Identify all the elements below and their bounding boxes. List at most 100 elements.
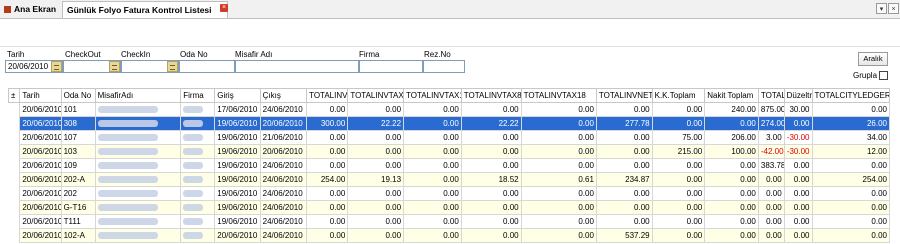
column-header[interactable]: Nakit Toplam (704, 88, 759, 103)
table-cell[interactable]: 0.00 (651, 116, 706, 131)
table-cell[interactable]: 0.00 (347, 130, 405, 145)
column-header[interactable]: Çıkış (259, 88, 308, 103)
table-cell[interactable]: 34.00 (811, 130, 890, 145)
table-cell[interactable]: 0.00 (347, 144, 405, 159)
table-cell[interactable]: 19/06/2010 (214, 186, 261, 201)
column-header[interactable]: TOTALINVTAX8 (460, 88, 522, 103)
table-cell[interactable]: 0.00 (403, 186, 462, 201)
table-cell[interactable] (180, 158, 216, 173)
table-row[interactable]: 20/06/2010 202 19/06/2010 24/06/2010 0.00 0.0… (8, 186, 890, 201)
table-cell[interactable]: 0.00 (520, 144, 597, 159)
table-cell[interactable]: G-T16 (60, 200, 96, 215)
table-cell[interactable]: 274.00 (757, 116, 785, 131)
table-cell[interactable]: 202-A (60, 172, 96, 187)
table-cell[interactable]: 300.00 (306, 116, 349, 131)
calendar-icon[interactable] (51, 61, 62, 72)
table-cell[interactable]: 0.00 (595, 158, 653, 173)
table-cell[interactable]: 0.00 (306, 158, 349, 173)
column-header[interactable]: K.K.Toplam (651, 88, 706, 103)
table-cell[interactable]: 0.00 (306, 214, 349, 229)
table-row[interactable]: 20/06/2010 107 19/06/2010 21/06/2010 0.00 0.0… (8, 130, 890, 145)
table-cell[interactable]: 875.00 (757, 102, 785, 117)
column-header[interactable]: Oda No (60, 88, 96, 103)
misafir-field[interactable] (235, 60, 359, 73)
rezno-field[interactable] (423, 60, 465, 73)
table-cell[interactable] (94, 102, 182, 117)
table-cell[interactable]: 0.00 (347, 214, 405, 229)
table-cell[interactable] (180, 214, 216, 229)
column-header[interactable]: Düzeltm (783, 88, 813, 103)
firma-field[interactable] (359, 60, 423, 73)
table-cell[interactable]: 0.00 (306, 144, 349, 159)
table-cell[interactable]: 0.00 (460, 200, 522, 215)
table-cell[interactable]: 0.00 (460, 144, 522, 159)
table-cell[interactable] (94, 116, 182, 131)
column-header[interactable]: TOTALINV (306, 88, 349, 103)
chevron-down-icon[interactable]: ▾ (876, 3, 887, 14)
table-cell[interactable]: 109 (60, 158, 96, 173)
table-cell[interactable]: 0.00 (704, 200, 759, 215)
table-cell[interactable]: 17/06/2010 (214, 102, 261, 117)
table-cell[interactable]: 20/06/2010 (19, 186, 62, 201)
table-cell[interactable]: 0.00 (757, 172, 785, 187)
table-cell[interactable]: 20/06/2010 (214, 228, 261, 243)
table-cell[interactable]: 24/06/2010 (259, 172, 308, 187)
table-cell[interactable] (94, 200, 182, 215)
table-cell[interactable]: 0.00 (783, 116, 813, 131)
table-cell[interactable]: 24/06/2010 (259, 158, 308, 173)
table-cell[interactable]: 0.00 (757, 214, 785, 229)
table-cell[interactable]: 20/06/2010 (19, 102, 62, 117)
table-cell[interactable]: 0.00 (783, 214, 813, 229)
table-cell[interactable]: 0.00 (811, 158, 890, 173)
table-cell[interactable] (180, 102, 216, 117)
table-cell[interactable]: 20/06/2010 (19, 172, 62, 187)
table-cell[interactable]: 0.00 (347, 200, 405, 215)
table-cell[interactable]: 0.00 (783, 186, 813, 201)
table-cell[interactable]: -30.00 (783, 130, 813, 145)
table-cell[interactable]: 0.00 (403, 144, 462, 159)
table-cell[interactable]: 0.00 (306, 102, 349, 117)
table-cell[interactable] (94, 186, 182, 201)
table-cell[interactable] (94, 172, 182, 187)
table-cell[interactable]: 308 (60, 116, 96, 131)
tab-folyo-fatura[interactable]: Günlük Folyo Fatura Kontrol Listesi (62, 1, 228, 18)
table-cell[interactable]: 20/06/2010 (19, 130, 62, 145)
table-cell[interactable]: 0.00 (460, 158, 522, 173)
table-cell[interactable]: 0.00 (306, 228, 349, 243)
table-cell[interactable]: 0.00 (811, 228, 890, 243)
table-cell[interactable]: 20/06/2010 (19, 214, 62, 229)
table-cell[interactable]: 0.00 (520, 102, 597, 117)
table-cell[interactable]: 234.87 (595, 172, 653, 187)
table-cell[interactable]: 26.00 (811, 116, 890, 131)
column-header[interactable]: TOTALINVNET (595, 88, 653, 103)
table-cell[interactable] (94, 144, 182, 159)
table-cell[interactable]: 0.00 (520, 130, 597, 145)
table-cell[interactable]: 0.00 (811, 186, 890, 201)
table-cell[interactable]: 3.00 (757, 130, 785, 145)
table-cell[interactable]: 101 (60, 102, 96, 117)
table-cell[interactable]: 20/06/2010 (19, 228, 62, 243)
table-cell[interactable] (180, 116, 216, 131)
column-header[interactable]: TOTAL (757, 88, 785, 103)
table-cell[interactable]: 0.00 (460, 186, 522, 201)
table-cell[interactable]: 0.00 (811, 214, 890, 229)
table-cell[interactable]: 0.00 (403, 102, 462, 117)
close-icon[interactable]: × (220, 4, 228, 12)
table-cell[interactable]: 24/06/2010 (259, 228, 308, 243)
table-cell[interactable]: 20/06/2010 (19, 200, 62, 215)
table-cell[interactable]: 0.00 (811, 200, 890, 215)
table-cell[interactable]: 0.00 (460, 228, 522, 243)
table-row[interactable]: 20/06/2010 G-T16 19/06/2010 24/06/2010 0.00 0… (8, 200, 890, 215)
table-cell[interactable]: 100.00 (704, 144, 759, 159)
table-cell[interactable]: 103 (60, 144, 96, 159)
table-cell[interactable]: 0.00 (520, 158, 597, 173)
table-cell[interactable]: 0.00 (704, 116, 759, 131)
table-cell[interactable]: 0.00 (757, 186, 785, 201)
table-cell[interactable] (180, 200, 216, 215)
table-cell[interactable] (94, 228, 182, 243)
calendar-icon[interactable] (167, 61, 178, 72)
table-cell[interactable]: 0.00 (520, 214, 597, 229)
table-cell[interactable]: 20/06/2010 (19, 116, 62, 131)
table-row[interactable]: 20/06/2010 102-A 20/06/2010 24/06/2010 0.00 0… (8, 228, 890, 243)
grupla-checkbox[interactable] (879, 71, 888, 80)
